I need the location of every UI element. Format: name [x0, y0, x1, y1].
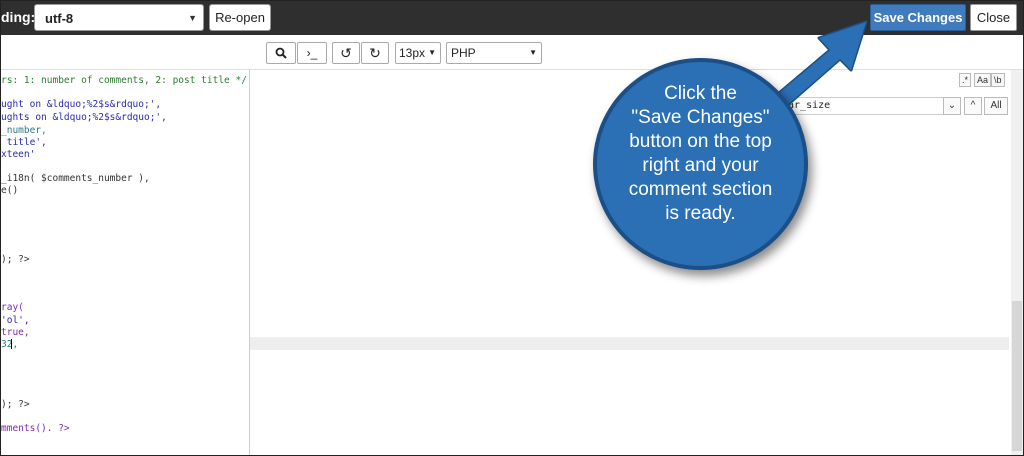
search-dropdown-button[interactable]: ⌄	[943, 97, 961, 115]
undo-icon: ↺	[340, 45, 352, 61]
scrollbar-thumb[interactable]	[1012, 301, 1022, 451]
pane-divider[interactable]	[249, 70, 250, 455]
chevron-down-icon: ▼	[428, 48, 436, 57]
text-cursor	[11, 339, 12, 349]
code-line: mments(). ?>	[1, 423, 70, 434]
redo-button[interactable]: ↻	[361, 42, 389, 64]
code-line: ); ?>	[1, 254, 30, 265]
chevron-down-icon: ▼	[188, 13, 197, 23]
language-value: PHP	[451, 46, 476, 60]
top-bar: ding: utf-8 ▼ Re-open Save Changes Close	[1, 1, 1023, 35]
code-line: ray(	[1, 302, 24, 313]
code-line: 32,	[1, 339, 19, 350]
code-line: title',	[1, 137, 47, 148]
code-line: e()	[1, 185, 19, 196]
search-button[interactable]	[266, 42, 296, 64]
editor-window: ding: utf-8 ▼ Re-open Save Changes Close…	[0, 0, 1024, 456]
search-all-button[interactable]: All	[984, 97, 1008, 115]
chevron-down-icon: ⌄	[947, 100, 957, 111]
encoding-select[interactable]: utf-8 ▼	[34, 4, 204, 31]
code-editor[interactable]: rs: 1: number of comments, 2: post title…	[1, 70, 249, 455]
code-line: ); ?>	[1, 399, 30, 410]
whole-word-toggle[interactable]: \b	[991, 73, 1005, 87]
save-changes-button[interactable]: Save Changes	[870, 4, 966, 31]
language-select[interactable]: PHP ▼	[446, 42, 542, 64]
search-prev-button[interactable]: ^	[964, 97, 982, 115]
code-line: _i18n( $comments_number ),	[1, 173, 150, 184]
terminal-icon: ›_	[306, 46, 318, 60]
case-toggle[interactable]: Aa	[974, 73, 992, 87]
code-line: true,	[1, 327, 30, 338]
close-button[interactable]: Close	[970, 4, 1017, 31]
search-icon	[275, 47, 287, 59]
reopen-button[interactable]: Re-open	[209, 4, 271, 31]
terminal-button[interactable]: ›_	[297, 42, 327, 64]
code-line: ughts on &ldquo;%2$s&rdquo;',	[1, 112, 167, 123]
code-line: ught on &ldquo;%2$s&rdquo;',	[1, 99, 162, 110]
encoding-label: ding:	[1, 9, 36, 25]
chevron-down-icon: ▼	[529, 48, 537, 57]
redo-icon: ↻	[369, 45, 381, 61]
undo-button[interactable]: ↺	[332, 42, 360, 64]
regex-toggle[interactable]: .*	[959, 73, 972, 87]
chevron-up-icon: ^	[970, 100, 976, 111]
code-line: rs: 1: number of comments, 2: post title…	[1, 75, 247, 86]
editor-toolbar: ›_ ↺ ↻ 13px ▼ PHP ▼	[1, 35, 1023, 70]
code-line: _number,	[1, 125, 47, 136]
search-input[interactable]: tar_size	[771, 97, 961, 115]
font-size-select[interactable]: 13px ▼	[395, 42, 441, 64]
font-size-value: 13px	[399, 46, 426, 60]
code-line: xteen'	[1, 149, 36, 160]
code-line: 'ol',	[1, 315, 30, 326]
encoding-value: utf-8	[45, 11, 74, 26]
